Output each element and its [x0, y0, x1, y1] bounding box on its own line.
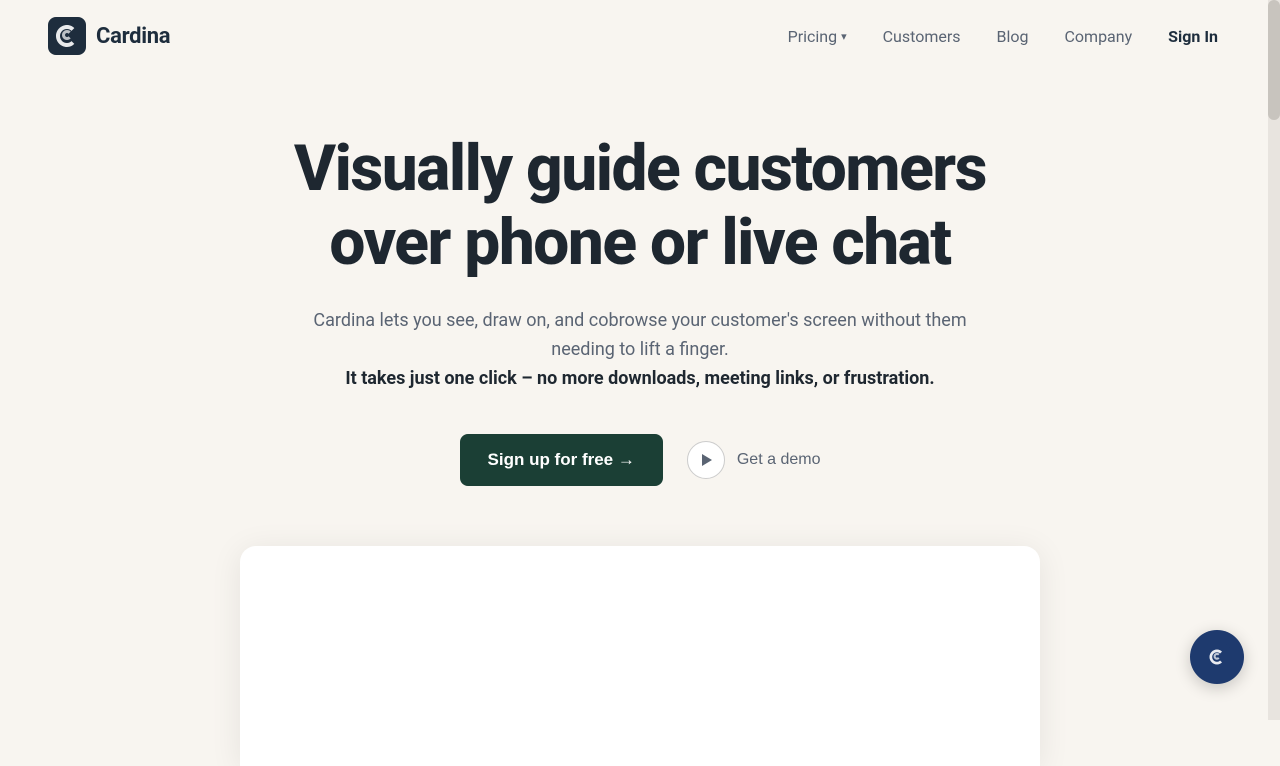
logo-text: Cardina [96, 24, 170, 49]
hero-description: Cardina lets you see, draw on, and cobro… [290, 307, 990, 365]
navbar: Cardina Pricing ▾ Customers Blog Company… [0, 0, 1280, 72]
scrollbar[interactable] [1268, 0, 1280, 720]
preview-area [90, 546, 1190, 766]
hero-section: Visually guide customers over phone or l… [0, 72, 1280, 526]
logo[interactable]: Cardina [48, 17, 170, 55]
nav-blog[interactable]: Blog [983, 19, 1043, 54]
chat-icon [1204, 644, 1230, 670]
chevron-down-icon: ▾ [841, 30, 847, 43]
nav-pricing[interactable]: Pricing ▾ [774, 19, 861, 54]
signin-link[interactable]: Sign In [1154, 19, 1232, 54]
chat-button[interactable] [1190, 630, 1244, 684]
hero-cta: Sign up for free → Get a demo [460, 434, 821, 486]
hero-title: Visually guide customers over phone or l… [294, 132, 986, 279]
demo-button[interactable]: Get a demo [687, 441, 821, 479]
play-icon-button[interactable] [687, 441, 725, 479]
hero-subtitle: Cardina lets you see, draw on, and cobro… [290, 307, 990, 393]
nav-company[interactable]: Company [1051, 19, 1147, 54]
nav-links: Pricing ▾ Customers Blog Company Sign In [774, 19, 1232, 54]
logo-icon [48, 17, 86, 55]
hero-description-bold: It takes just one click – no more downlo… [290, 365, 990, 394]
nav-customers[interactable]: Customers [869, 19, 975, 54]
scrollbar-thumb[interactable] [1268, 0, 1280, 120]
signup-button[interactable]: Sign up for free → [460, 434, 663, 486]
play-triangle-icon [702, 454, 712, 466]
preview-card [240, 546, 1040, 766]
